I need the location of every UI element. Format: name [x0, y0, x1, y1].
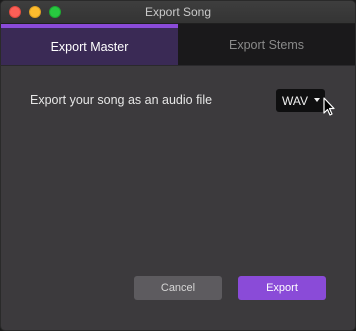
format-select-value: WAV	[282, 93, 308, 108]
mouse-pointer-icon	[323, 97, 335, 116]
export-song-dialog: Export Song Export Master Export Stems E…	[0, 0, 356, 331]
title-bar[interactable]: Export Song	[1, 1, 355, 24]
tab-divider	[1, 65, 355, 66]
tab-bar: Export Master Export Stems	[1, 24, 355, 65]
format-select[interactable]: WAV	[276, 89, 325, 112]
tab-export-master[interactable]: Export Master	[1, 24, 178, 65]
export-prompt-label: Export your song as an audio file	[30, 93, 213, 107]
export-button[interactable]: Export	[238, 276, 326, 300]
tab-export-stems[interactable]: Export Stems	[178, 24, 355, 65]
chevron-down-icon	[314, 98, 320, 102]
window-title: Export Song	[144, 5, 212, 19]
cancel-button[interactable]: Cancel	[134, 276, 222, 300]
